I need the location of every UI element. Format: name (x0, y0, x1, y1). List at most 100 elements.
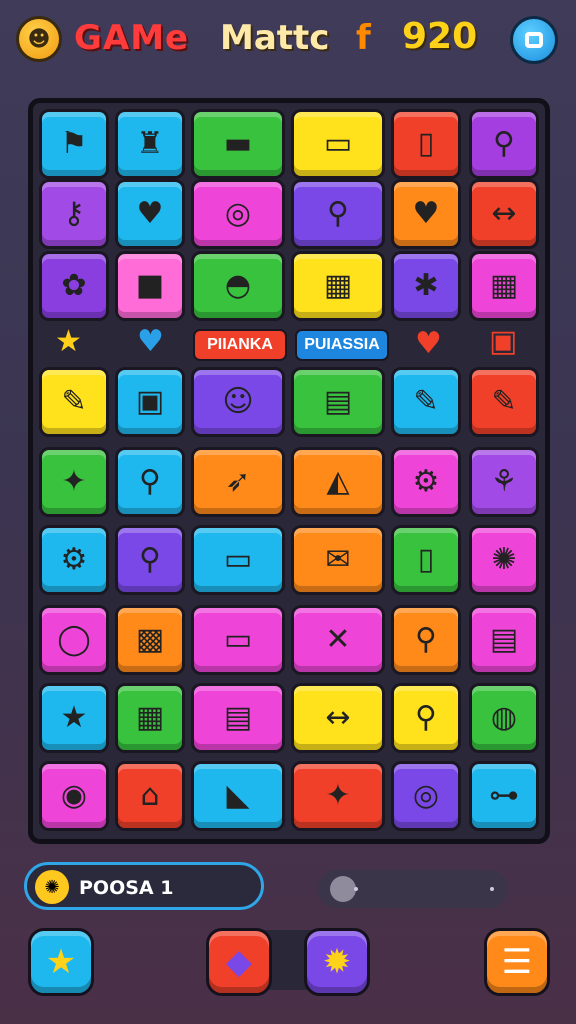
game-tile[interactable]: ✿ (39, 251, 109, 321)
game-tile[interactable]: ★ (39, 683, 109, 753)
game-tile[interactable]: ✦ (39, 447, 109, 517)
game-tile[interactable]: ⚙ (39, 525, 109, 595)
tile-icon: ◣ (226, 778, 250, 813)
tile-icon: ↔ (325, 700, 351, 735)
tile-icon: ↔ (491, 196, 517, 231)
game-tile[interactable]: ▦ (291, 251, 385, 321)
tile-icon: ▤ (489, 622, 519, 657)
red-heart-icon[interactable]: ♥ (415, 329, 442, 359)
slider-knob[interactable] (329, 876, 356, 902)
game-tile[interactable]: ◓ (191, 251, 285, 321)
game-tile[interactable]: ✎ (469, 367, 539, 437)
star-icon: ★ (45, 942, 77, 982)
game-tile[interactable]: ➶ (191, 447, 285, 517)
game-tile[interactable]: ✎ (39, 367, 109, 437)
game-tile[interactable]: ▯ (391, 525, 461, 595)
game-tile[interactable]: ⚷ (39, 179, 109, 249)
cube-icon[interactable]: ▣ (489, 327, 517, 357)
tile-icon: ⚲ (415, 622, 437, 657)
game-tile[interactable]: ♜ (115, 109, 185, 179)
star-icon[interactable]: ★ (55, 327, 82, 357)
game-tile[interactable]: ▤ (291, 367, 385, 437)
game-tile[interactable]: ⚲ (469, 109, 539, 179)
tile-icon: ▭ (223, 542, 253, 577)
game-tile[interactable]: ◎ (191, 179, 285, 249)
game-tile[interactable]: ◎ (391, 761, 461, 831)
tile-icon: ✉ (325, 542, 351, 577)
tile-icon: ✎ (413, 384, 439, 419)
tile-icon: ◯ (57, 622, 91, 657)
tile-icon: ⚑ (60, 126, 88, 161)
game-tile[interactable]: ⚘ (469, 447, 539, 517)
game-tile[interactable]: ▭ (191, 605, 285, 675)
game-tile[interactable]: ◍ (469, 683, 539, 753)
game-tile[interactable]: ▤ (191, 683, 285, 753)
game-tile[interactable]: ↔ (291, 683, 385, 753)
game-logo-icon: ☻ (16, 16, 62, 62)
chat-button[interactable] (510, 16, 558, 64)
game-tile[interactable]: ♥ (391, 179, 461, 249)
game-tile[interactable]: ⚲ (391, 683, 461, 753)
tile-icon: ▤ (323, 384, 353, 419)
game-tile[interactable]: ⌂ (115, 761, 185, 831)
tile-icon: ▭ (223, 622, 253, 657)
game-tile[interactable]: ⚲ (115, 525, 185, 595)
tile-icon: ⚲ (415, 700, 437, 735)
game-tile[interactable]: ■ (115, 251, 185, 321)
game-tile[interactable]: ▭ (291, 109, 385, 179)
gear-button[interactable]: ✹ (304, 928, 370, 996)
game-tile[interactable]: ⚙ (391, 447, 461, 517)
tile-icon: ✕ (325, 622, 351, 657)
score-counter: 920 (402, 16, 478, 57)
tile-icon: ✎ (61, 384, 87, 419)
game-tile[interactable]: ▦ (115, 683, 185, 753)
tile-icon: ▯ (417, 542, 435, 577)
game-tile[interactable]: ⚲ (391, 605, 461, 675)
game-tile[interactable]: ▦ (469, 251, 539, 321)
game-tile[interactable]: ✦ (291, 761, 385, 831)
tile-icon: ✦ (61, 464, 87, 499)
tile-icon: ◍ (490, 700, 518, 735)
game-tile[interactable]: ▣ (115, 367, 185, 437)
game-tile[interactable]: ⚑ (39, 109, 109, 179)
game-tile[interactable]: ▩ (115, 605, 185, 675)
label-pill-2[interactable]: PUIASSIA (295, 329, 389, 361)
menu-button[interactable]: ☰ (484, 928, 550, 996)
game-tile[interactable]: ↔ (469, 179, 539, 249)
game-tile[interactable]: ✉ (291, 525, 385, 595)
tile-icon: ◭ (326, 464, 350, 499)
game-tile[interactable]: ✺ (469, 525, 539, 595)
game-tile[interactable]: ☺ (191, 367, 285, 437)
game-tile[interactable]: ⚲ (115, 447, 185, 517)
game-tile[interactable]: ⊶ (469, 761, 539, 831)
tile-icon: ▦ (135, 700, 165, 735)
game-tile[interactable]: ▤ (469, 605, 539, 675)
tile-icon: ♜ (136, 126, 164, 161)
game-board: ⚑ ♜ ▬ ▭ ▯ ⚲ ⚷ ♥ ◎ ⚲ ♥ ↔ ✿ ■ ◓ ▦ ✱ ▦ ✎ ▣ ☺ ▤ ✎ ✎ ✦ ⚲ ➶ ◭ ⚙ ⚘ ⚙ ⚲ ▭ ✉ ▯ ✺ ◯ ▩ ▭ ✕… (28, 98, 550, 844)
game-tile[interactable]: ✎ (391, 367, 461, 437)
progress-slider[interactable] (318, 870, 508, 908)
slider-dot (490, 887, 494, 891)
game-tile[interactable]: ◉ (39, 761, 109, 831)
tile-icon: ▦ (489, 268, 519, 303)
game-tile[interactable]: ✕ (291, 605, 385, 675)
game-tile[interactable]: ▯ (391, 109, 461, 179)
blue-heart-icon[interactable]: ♥ (137, 327, 164, 357)
game-tile[interactable]: ▬ (191, 109, 285, 179)
game-tile[interactable]: ⚲ (291, 179, 385, 249)
game-tile[interactable]: ◣ (191, 761, 285, 831)
game-tile[interactable]: ◭ (291, 447, 385, 517)
bag-button[interactable]: ◆ (206, 928, 272, 996)
game-tile[interactable]: ♥ (115, 179, 185, 249)
label-pill-1[interactable]: PIIANKA (193, 329, 287, 361)
game-tile[interactable]: ✱ (391, 251, 461, 321)
sun-icon: ✺ (35, 870, 69, 904)
tile-icon: ▩ (135, 622, 165, 657)
game-tile[interactable]: ▭ (191, 525, 285, 595)
tile-icon: ✱ (413, 268, 439, 303)
slider-dot (354, 887, 358, 891)
tile-icon: ▣ (135, 384, 165, 419)
game-tile[interactable]: ◯ (39, 605, 109, 675)
tile-icon: ⚲ (327, 196, 349, 231)
star-button[interactable]: ★ (28, 928, 94, 996)
